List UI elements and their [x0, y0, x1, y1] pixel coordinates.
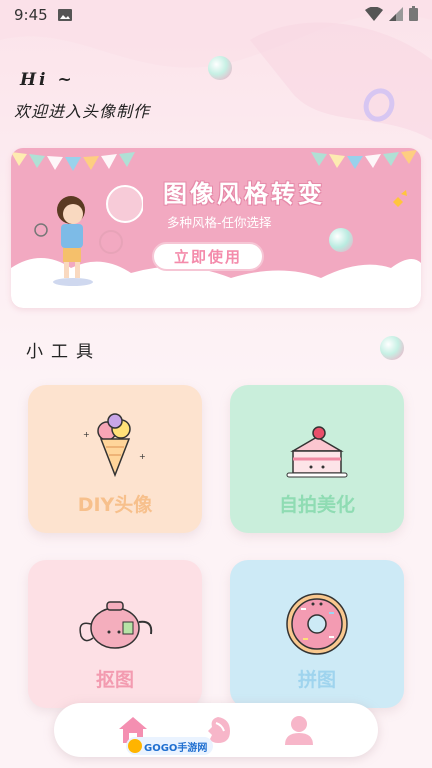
- banner-title: 图像风格转变: [163, 180, 325, 208]
- tool-label: 抠图: [95, 669, 134, 691]
- use-now-button[interactable]: 立即使用: [152, 242, 264, 271]
- style-transfer-banner[interactable]: 图像风格转变 多种风格-任你选择 立即使用: [11, 148, 421, 308]
- tool-label: 拼图: [297, 669, 336, 691]
- status-bar: 9:45: [0, 0, 432, 30]
- decorative-bubble: [329, 228, 353, 252]
- bottom-tab-bar: GOGO手游网: [54, 703, 378, 757]
- teapot-icon: [79, 601, 153, 649]
- candy-icon: [393, 190, 407, 207]
- watermark-logo-icon: [128, 739, 142, 753]
- decorative-bubble: [208, 56, 232, 80]
- diy-avatar-card[interactable]: + + DIY头像: [28, 385, 202, 533]
- boy-blowing-bubbles-illustration: [34, 185, 143, 286]
- wifi-icon: [365, 6, 383, 21]
- greeting-hi: Hi ~: [20, 70, 75, 90]
- tool-label: DIY头像: [77, 494, 153, 516]
- watermark-text: GOGO手游网: [144, 742, 208, 754]
- user-icon[interactable]: [282, 713, 316, 747]
- banner-subtitle: 多种风格-任你选择: [167, 215, 272, 230]
- greeting: Hi ~ 欢迎进入头像制作: [14, 70, 150, 122]
- tools-section-title: 小工具: [26, 342, 101, 362]
- decorative-bubble: [380, 336, 404, 360]
- ice-cream-icon: ++: [83, 413, 146, 478]
- selfie-beautify-card[interactable]: 自拍美化: [230, 385, 404, 533]
- watermark-badge: GOGO手游网: [126, 737, 214, 755]
- image-notification-icon: [57, 9, 72, 21]
- cutout-card[interactable]: 抠图: [28, 560, 202, 708]
- greeting-welcome: 欢迎进入头像制作: [14, 102, 151, 121]
- status-time: 9:45: [14, 6, 48, 24]
- puzzle-card[interactable]: 拼图: [230, 560, 404, 708]
- tool-label: 自拍美化: [278, 494, 355, 516]
- battery-icon: [409, 6, 418, 21]
- cake-icon: [286, 426, 348, 478]
- signal-icon: [389, 6, 403, 21]
- donut-icon: [286, 593, 348, 655]
- svg-text:+: +: [83, 430, 90, 439]
- svg-text:+: +: [139, 452, 146, 461]
